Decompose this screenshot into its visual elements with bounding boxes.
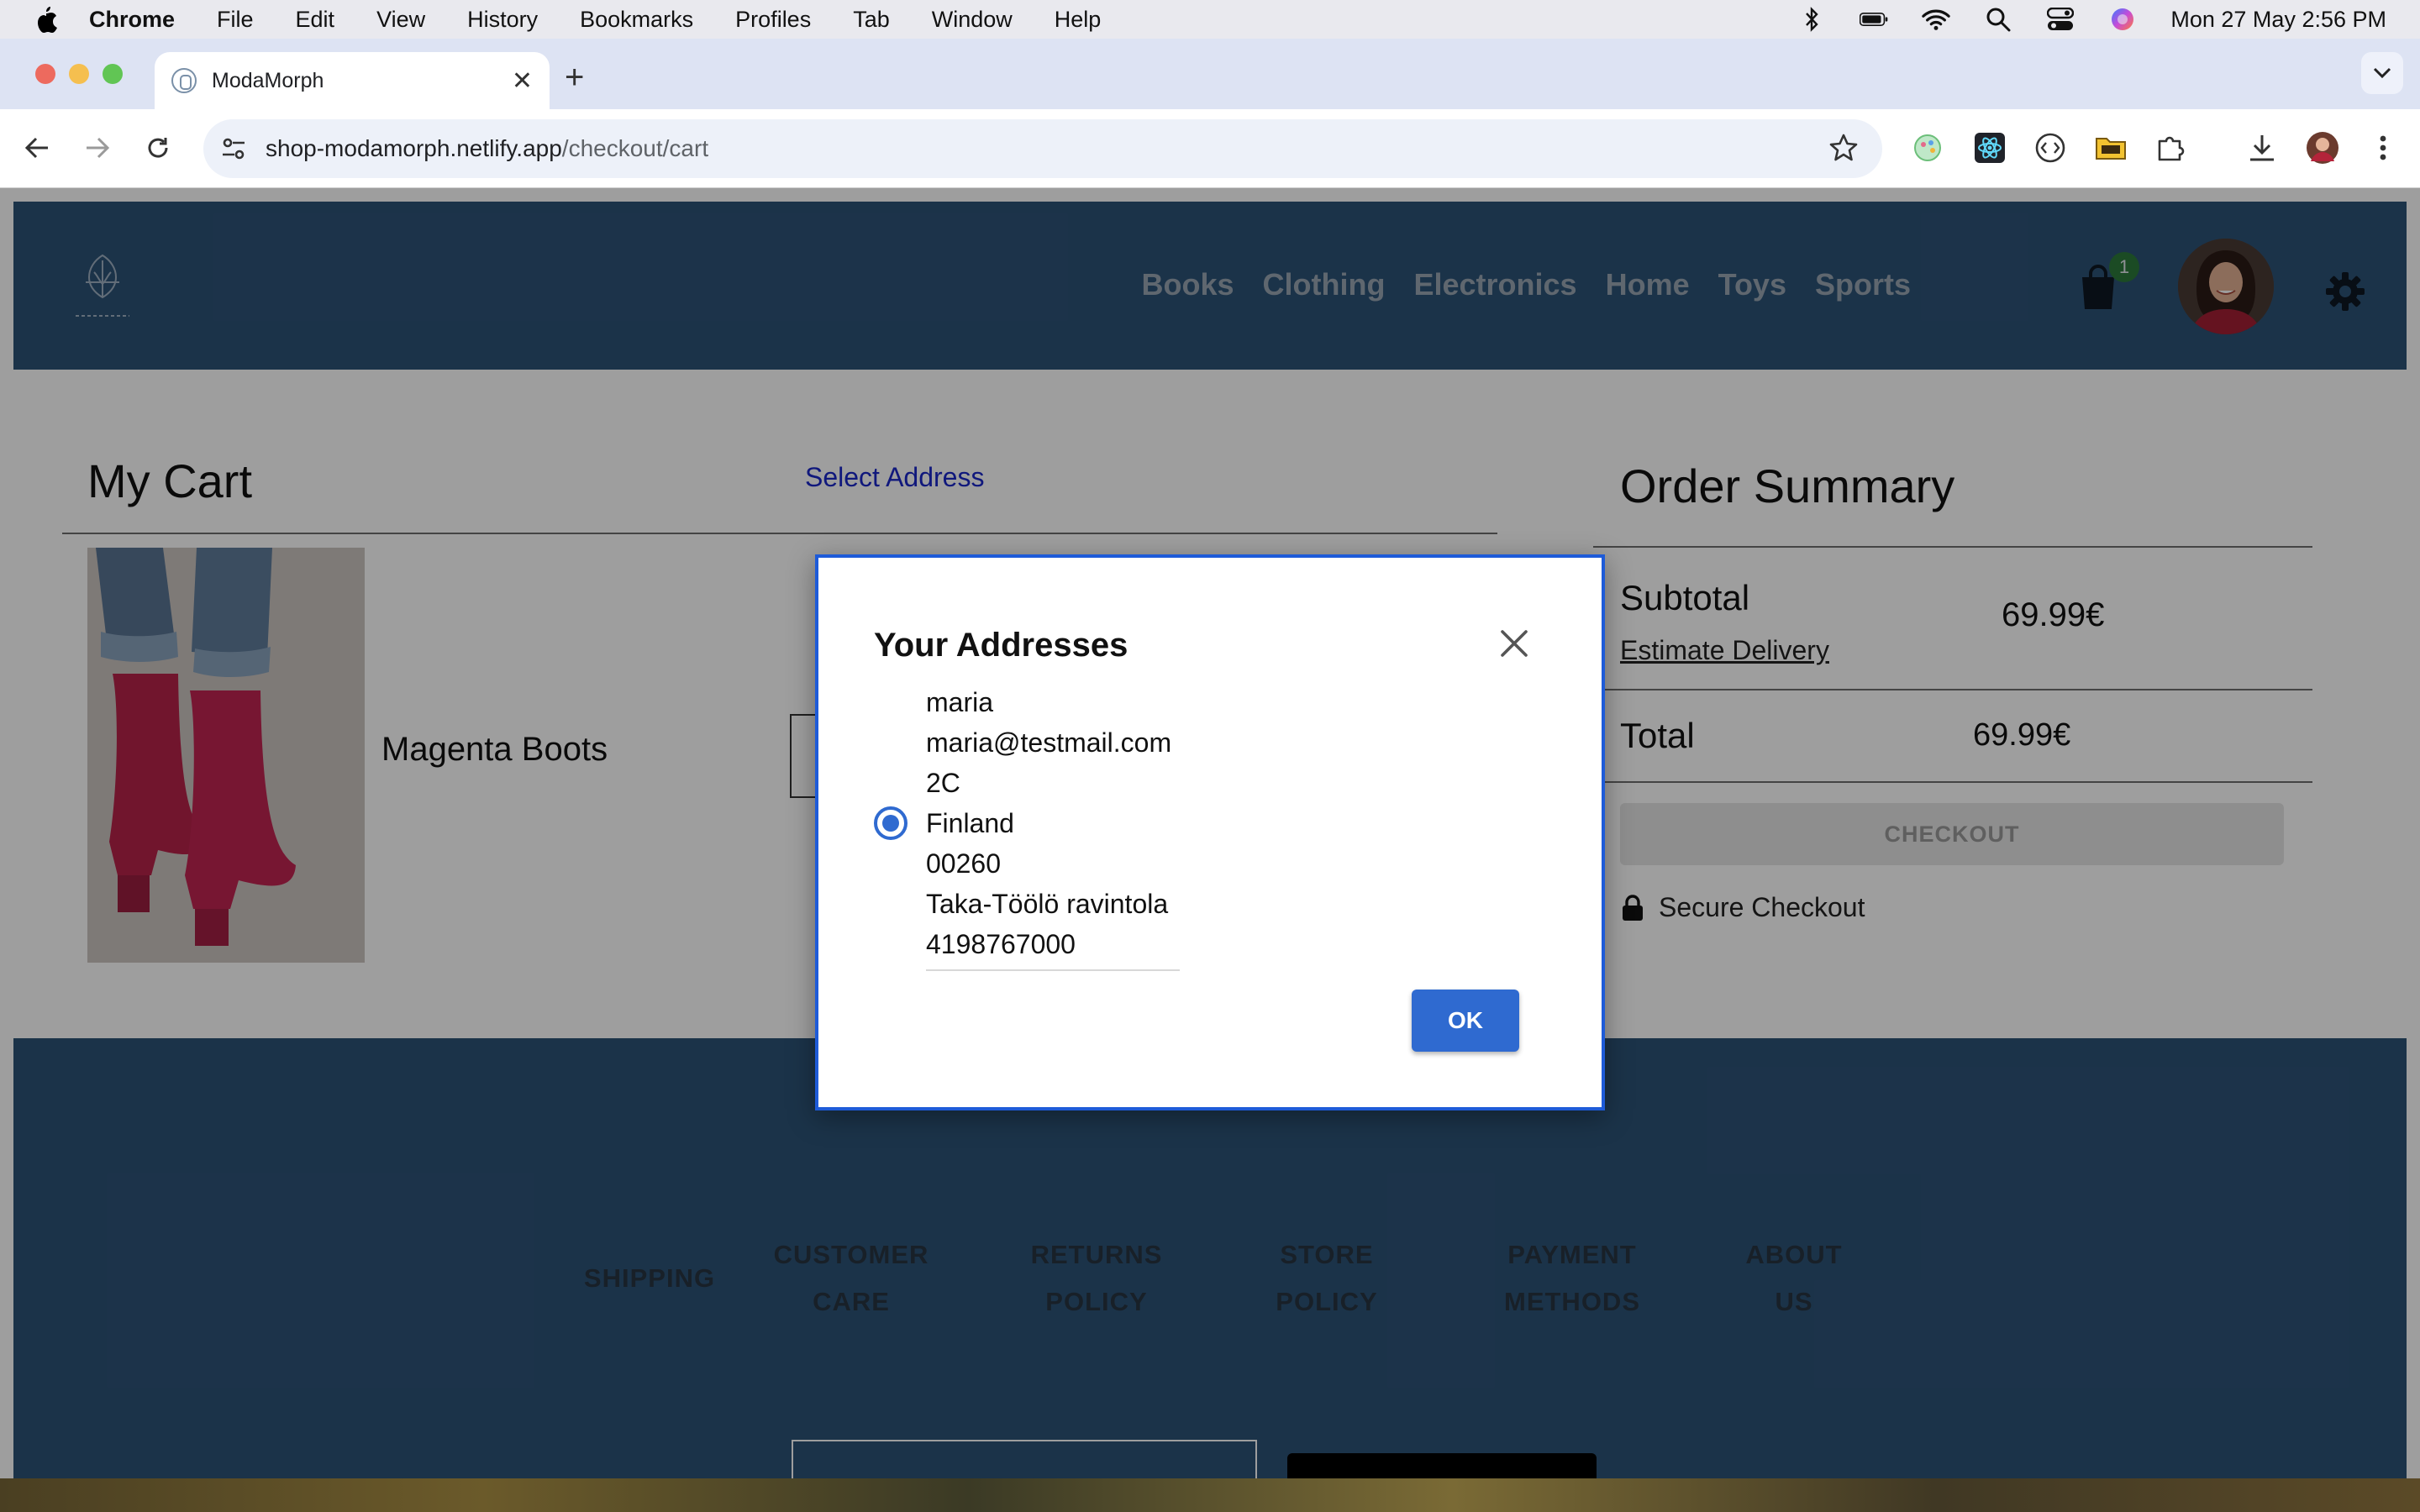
menu-view[interactable]: View xyxy=(376,7,425,33)
window-close-button[interactable] xyxy=(35,64,55,84)
address-email: maria@testmail.com xyxy=(926,727,1172,758)
url-path: /checkout/cart xyxy=(561,135,709,161)
address-radio-selected[interactable] xyxy=(874,806,908,840)
wifi-icon[interactable] xyxy=(1922,7,1951,32)
addresses-dialog: Your Addresses maria maria@testmail.com … xyxy=(815,554,1605,1110)
address-street: 2C xyxy=(926,768,960,798)
spotlight-search-icon[interactable] xyxy=(1984,7,2012,32)
back-arrow-icon[interactable] xyxy=(20,131,54,165)
new-tab-plus-icon[interactable]: + xyxy=(565,60,584,94)
web-page: Books Clothing Electronics Home Toys Spo… xyxy=(0,188,2420,1478)
menubar-datetime[interactable]: Mon 27 May 2:56 PM xyxy=(2170,7,2386,33)
site-settings-icon[interactable] xyxy=(218,134,249,164)
extension-code-icon[interactable] xyxy=(2032,129,2069,166)
menu-profiles[interactable]: Profiles xyxy=(735,7,811,33)
chrome-menu-kebab-icon[interactable] xyxy=(2365,129,2402,166)
bluetooth-icon[interactable] xyxy=(1797,7,1826,32)
close-icon[interactable] xyxy=(1496,625,1533,662)
address-place: Taka-Töölö ravintola xyxy=(926,889,1169,919)
menu-chrome[interactable]: Chrome xyxy=(89,7,175,33)
browser-tab-active[interactable]: ModaMorph ✕ xyxy=(155,52,550,109)
address-phone: 4198767000 xyxy=(926,929,1076,959)
address-bar[interactable]: shop-modamorph.netlify.app/checkout/cart xyxy=(203,119,1882,178)
ok-button[interactable]: OK xyxy=(1412,990,1519,1052)
macos-menubar: Chrome File Edit View History Bookmarks … xyxy=(0,0,2420,39)
extensions-puzzle-icon[interactable] xyxy=(2153,129,2190,166)
tab-favicon-icon xyxy=(171,68,197,93)
browser-toolbar: shop-modamorph.netlify.app/checkout/cart xyxy=(0,109,2420,188)
address-country: Finland xyxy=(926,808,1014,838)
extension-react-devtools-icon[interactable] xyxy=(1971,129,2008,166)
tab-search-chevron-icon[interactable] xyxy=(2361,52,2403,94)
extension-folder-icon[interactable] xyxy=(2092,129,2129,166)
desktop-wallpaper-strip xyxy=(0,1478,2420,1512)
address-option[interactable]: maria maria@testmail.com 2C Finland 0026… xyxy=(926,682,1180,971)
window-minimize-button[interactable] xyxy=(69,64,89,84)
apple-logo-icon[interactable] xyxy=(34,5,59,34)
url-host: shop-modamorph.netlify.app xyxy=(266,135,562,161)
menu-bookmarks[interactable]: Bookmarks xyxy=(580,7,693,33)
bookmark-star-icon[interactable] xyxy=(1828,133,1859,169)
menu-file[interactable]: File xyxy=(217,7,254,33)
siri-icon[interactable] xyxy=(2108,7,2137,32)
window-zoom-button[interactable] xyxy=(103,64,123,84)
tab-title: ModaMorph xyxy=(212,68,324,92)
tab-close-icon[interactable]: ✕ xyxy=(512,66,533,96)
reload-icon[interactable] xyxy=(141,131,175,165)
browser-tab-strip: ModaMorph ✕ + xyxy=(0,39,2420,109)
menu-window[interactable]: Window xyxy=(932,7,1013,33)
chrome-profile-avatar[interactable] xyxy=(2304,129,2341,166)
control-center-icon[interactable] xyxy=(2046,7,2075,32)
forward-arrow-icon[interactable] xyxy=(81,131,114,165)
menu-history[interactable]: History xyxy=(467,7,538,33)
menu-edit[interactable]: Edit xyxy=(296,7,335,33)
extension-color-picker-icon[interactable] xyxy=(1909,129,1946,166)
dialog-title: Your Addresses xyxy=(874,627,1128,664)
battery-icon[interactable] xyxy=(1860,7,1888,32)
address-name: maria xyxy=(926,687,994,717)
menu-help[interactable]: Help xyxy=(1055,7,1102,33)
menu-tab[interactable]: Tab xyxy=(853,7,890,33)
downloads-icon[interactable] xyxy=(2244,129,2281,166)
address-postal-code: 00260 xyxy=(926,848,1001,879)
